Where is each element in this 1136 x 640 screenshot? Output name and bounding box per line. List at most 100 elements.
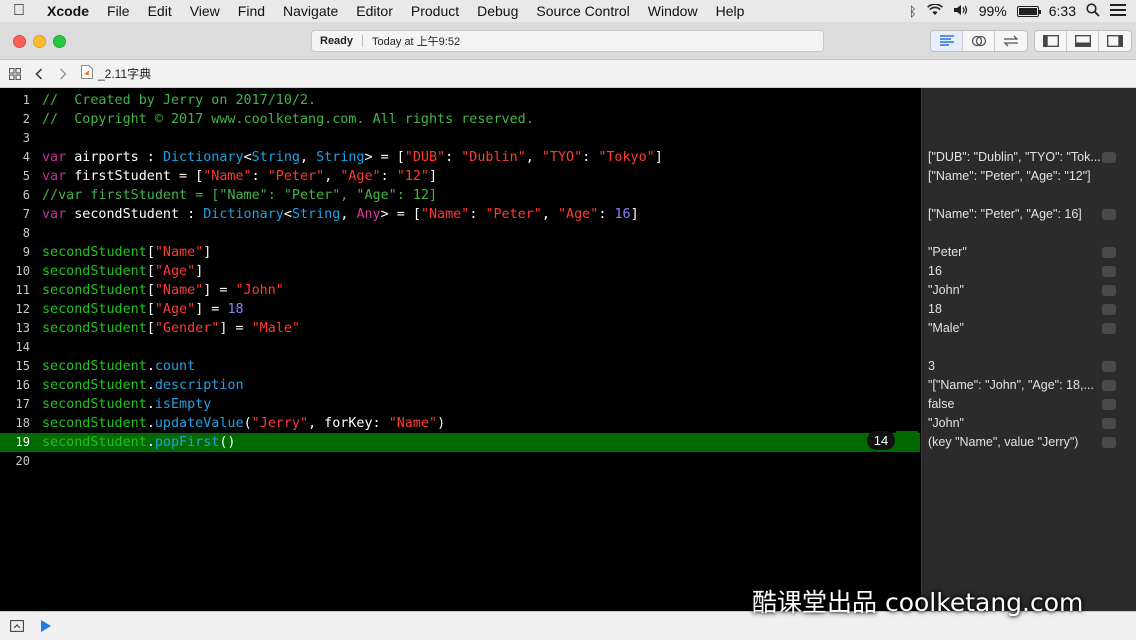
code-token: . xyxy=(146,359,155,374)
code-text[interactable]: var airports : Dictionary<String, String… xyxy=(42,148,663,167)
battery-icon[interactable] xyxy=(1016,5,1041,17)
quick-look-button[interactable] xyxy=(1102,380,1116,391)
menu-view[interactable]: View xyxy=(181,3,229,19)
run-playground-icon[interactable] xyxy=(40,619,52,638)
code-token: ] xyxy=(203,245,212,260)
code-text[interactable]: // Created by Jerry on 2017/10/2. xyxy=(42,91,316,110)
jump-bar-file-name[interactable]: _2.11字典 xyxy=(98,65,151,82)
code-line[interactable]: 12 secondStudent["Age"] = 18 xyxy=(0,300,920,319)
toggle-debug-area-button[interactable] xyxy=(1067,31,1099,51)
code-text[interactable]: secondStudent.description xyxy=(42,376,244,395)
quick-look-button[interactable] xyxy=(1102,266,1116,277)
code-line[interactable]: 7 var secondStudent : Dictionary<String, … xyxy=(0,205,920,224)
code-line[interactable]: 1 // Created by Jerry on 2017/10/2. xyxy=(0,91,920,110)
forward-chevron-icon[interactable] xyxy=(51,67,75,80)
panel-toggle-group xyxy=(1034,30,1132,52)
code-token: "Name" xyxy=(203,169,252,184)
quick-look-button[interactable] xyxy=(1102,399,1116,410)
code-token: "Dublin" xyxy=(461,150,526,165)
code-text[interactable]: secondStudent["Gender"] = "Male" xyxy=(42,319,300,338)
version-editor-button[interactable] xyxy=(995,31,1027,51)
menu-app-name[interactable]: Xcode xyxy=(38,3,98,19)
code-token: //var firstStudent = ["Name": "Peter", "… xyxy=(42,188,438,203)
code-line[interactable]: 9 secondStudent["Name"] xyxy=(0,243,920,262)
code-line[interactable]: 11 secondStudent["Name"] = "John" xyxy=(0,281,920,300)
assistant-editor-icon xyxy=(971,35,986,47)
menu-help[interactable]: Help xyxy=(707,3,754,19)
code-token: [ xyxy=(146,245,155,260)
bluetooth-icon[interactable]: ᛒ xyxy=(909,4,917,19)
menu-source-control[interactable]: Source Control xyxy=(527,3,638,19)
code-text[interactable]: secondStudent.count xyxy=(42,357,195,376)
code-text[interactable]: //var firstStudent = ["Name": "Peter", "… xyxy=(42,186,437,205)
menu-editor[interactable]: Editor xyxy=(347,3,402,19)
code-token: > = [ xyxy=(364,150,405,165)
standard-editor-button[interactable] xyxy=(931,31,963,51)
code-token: [ xyxy=(146,283,155,298)
code-line[interactable]: 14 xyxy=(0,338,920,357)
related-items-icon[interactable] xyxy=(3,67,27,80)
line-number: 5 xyxy=(22,169,30,183)
line-number: 18 xyxy=(15,416,30,430)
menu-navigate[interactable]: Navigate xyxy=(274,3,347,19)
quick-look-button[interactable] xyxy=(1102,418,1116,429)
code-line[interactable]: 5 var firstStudent = ["Name": "Peter", "A… xyxy=(0,167,920,186)
code-text[interactable]: secondStudent["Age"] xyxy=(42,262,203,281)
volume-icon[interactable] xyxy=(953,3,969,19)
code-text[interactable]: secondStudent.popFirst() xyxy=(42,433,236,452)
back-chevron-icon[interactable] xyxy=(27,67,51,80)
code-text[interactable]: secondStudent.updateValue("Jerry", forKe… xyxy=(42,414,445,433)
code-line[interactable]: 10 secondStudent["Age"] xyxy=(0,262,920,281)
menu-debug[interactable]: Debug xyxy=(468,3,527,19)
code-token: . xyxy=(146,416,155,431)
code-token: secondStudent xyxy=(42,245,147,260)
code-text[interactable]: var firstStudent = ["Name": "Peter", "Ag… xyxy=(42,167,437,186)
menu-edit[interactable]: Edit xyxy=(139,3,181,19)
source-editor[interactable]: 1 // Created by Jerry on 2017/10/2. 2 // Co… xyxy=(0,88,920,611)
code-line[interactable]: 18 secondStudent.updateValue("Jerry", for… xyxy=(0,414,920,433)
code-line[interactable]: 4 var airports : Dictionary<String, Strin… xyxy=(0,148,920,167)
code-text[interactable]: var secondStudent : Dictionary<String, A… xyxy=(42,205,639,224)
code-line[interactable]: 6 //var firstStudent = ["Name": "Peter", … xyxy=(0,186,920,205)
menu-find[interactable]: Find xyxy=(229,3,274,19)
quick-look-button[interactable] xyxy=(1102,361,1116,372)
code-line[interactable]: 16 secondStudent.description xyxy=(0,376,920,395)
code-text[interactable]: secondStudent["Age"] = 18 xyxy=(42,300,244,319)
quick-look-button[interactable] xyxy=(1102,152,1116,163)
code-text[interactable]: // Copyright © 2017 www.coolketang.com. … xyxy=(42,110,534,129)
apple-icon[interactable]:  xyxy=(0,2,38,20)
clock[interactable]: 6:33 xyxy=(1049,3,1076,19)
hide-debug-area-icon[interactable] xyxy=(10,619,24,637)
spotlight-search-icon[interactable] xyxy=(1086,2,1100,20)
menu-file[interactable]: File xyxy=(98,3,139,19)
window-close-button[interactable] xyxy=(13,35,26,48)
code-text[interactable]: secondStudent["Name"] = "John" xyxy=(42,281,284,300)
code-line[interactable]: 17 secondStudent.isEmpty xyxy=(0,395,920,414)
quick-look-button[interactable] xyxy=(1102,323,1116,334)
code-token: secondStudent xyxy=(42,397,147,412)
quick-look-button[interactable] xyxy=(1102,247,1116,258)
assistant-editor-button[interactable] xyxy=(963,31,995,51)
code-line[interactable]: 3 xyxy=(0,129,920,148)
code-text[interactable]: secondStudent["Name"] xyxy=(42,243,211,262)
code-line-current[interactable]: 19 secondStudent.popFirst() xyxy=(0,433,920,452)
code-text[interactable]: secondStudent.isEmpty xyxy=(42,395,211,414)
code-line[interactable]: 13 secondStudent["Gender"] = "Male" xyxy=(0,319,920,338)
quick-look-button[interactable] xyxy=(1102,209,1116,220)
window-zoom-button[interactable] xyxy=(53,35,66,48)
code-token: 18 xyxy=(227,302,244,317)
quick-look-button[interactable] xyxy=(1102,285,1116,296)
toggle-utilities-button[interactable] xyxy=(1099,31,1131,51)
notification-center-icon[interactable] xyxy=(1110,3,1126,19)
quick-look-button[interactable] xyxy=(1102,304,1116,315)
code-line[interactable]: 20 xyxy=(0,452,920,471)
menu-product[interactable]: Product xyxy=(402,3,468,19)
code-line[interactable]: 8 xyxy=(0,224,920,243)
toggle-navigator-button[interactable] xyxy=(1035,31,1067,51)
code-line[interactable]: 15 secondStudent.count xyxy=(0,357,920,376)
code-line[interactable]: 2 // Copyright © 2017 www.coolketang.com.… xyxy=(0,110,920,129)
quick-look-button[interactable] xyxy=(1102,437,1116,448)
menu-window[interactable]: Window xyxy=(639,3,707,19)
window-minimize-button[interactable] xyxy=(33,35,46,48)
wifi-icon[interactable] xyxy=(926,3,943,19)
